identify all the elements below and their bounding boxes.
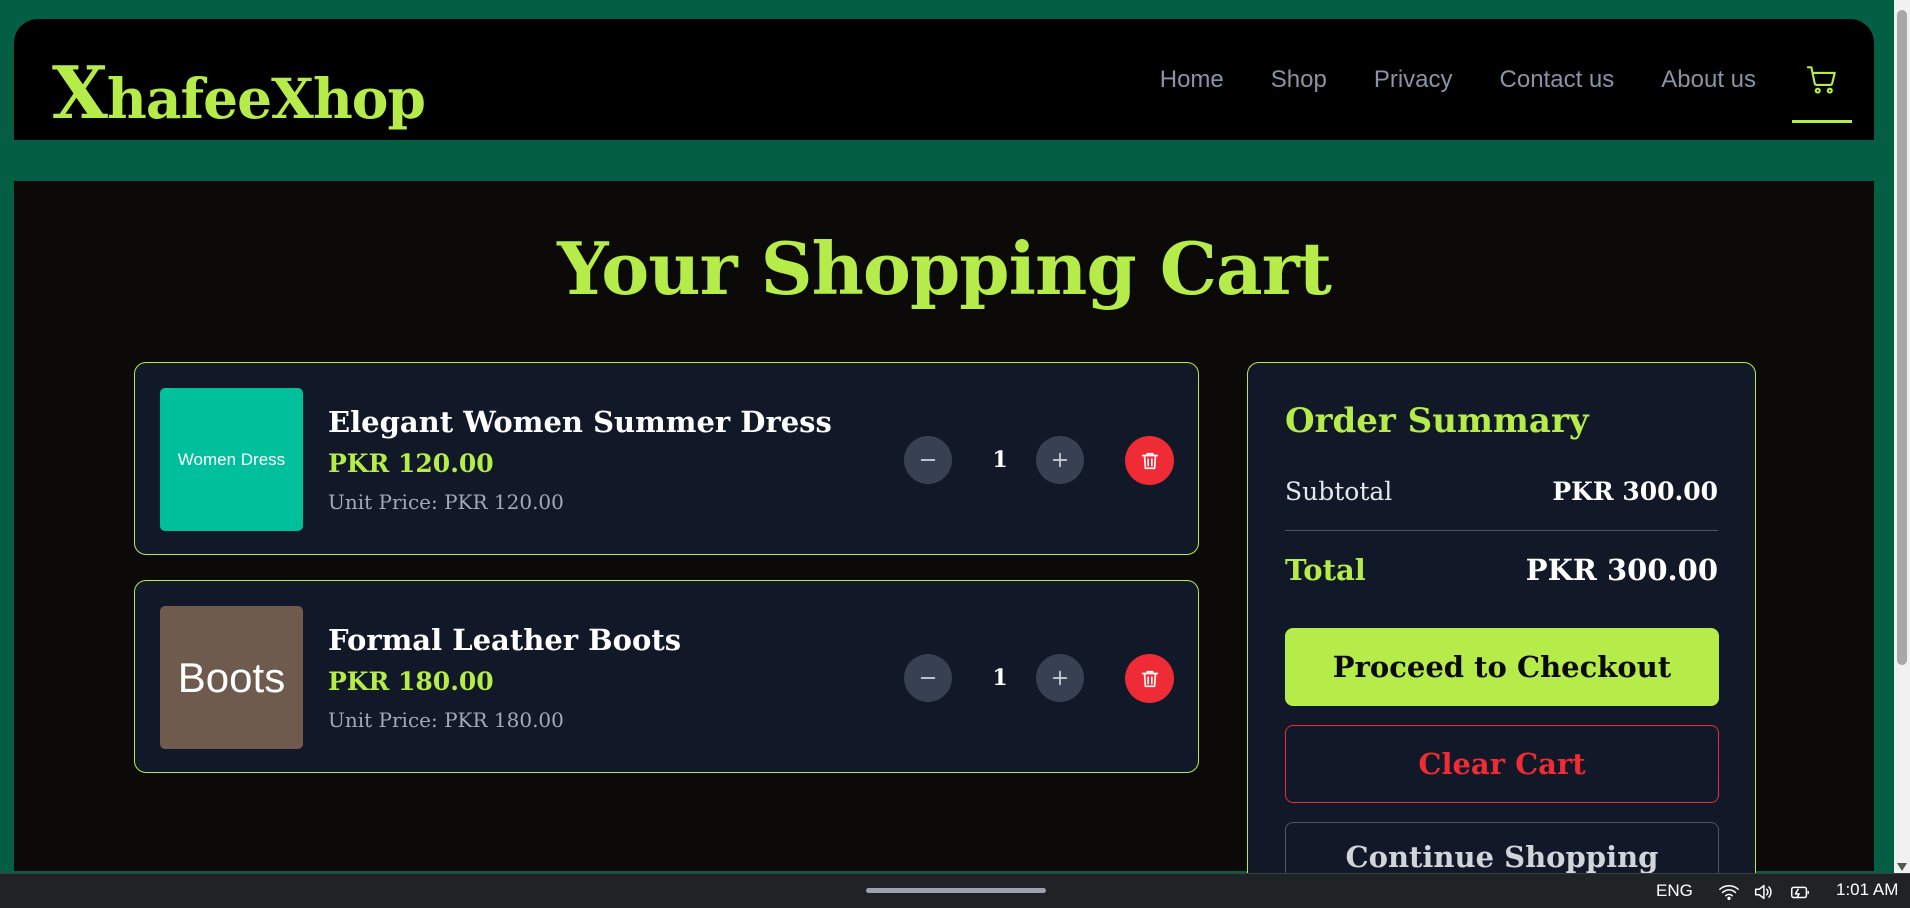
taskbar-handle[interactable] (866, 888, 1046, 893)
nav-contact-link[interactable]: Contact us (1500, 66, 1615, 94)
volume-icon[interactable] (1751, 881, 1775, 903)
clock[interactable]: 1:01 AM (1836, 880, 1898, 900)
plus-icon (1052, 670, 1068, 686)
cart-item: Women Dress Elegant Women Summer Dress P… (134, 362, 1199, 555)
nav-privacy-link[interactable]: Privacy (1374, 66, 1453, 94)
product-name: Formal Leather Boots (328, 623, 682, 657)
nav-about-link[interactable]: About us (1661, 66, 1756, 94)
scrollbar-thumb[interactable] (1897, 10, 1907, 665)
plus-icon (1052, 452, 1068, 468)
increase-qty-button[interactable] (1036, 654, 1084, 702)
product-name: Elegant Women Summer Dress (328, 405, 832, 439)
summary-divider (1285, 530, 1718, 531)
product-price: PKR 180.00 (328, 667, 494, 696)
order-summary: Order Summary Subtotal PKR 300.00 Total … (1247, 362, 1756, 908)
summary-title: Order Summary (1285, 401, 1589, 441)
minus-icon (920, 459, 936, 461)
scroll-down-arrow[interactable] (1897, 863, 1907, 871)
navbar: XhafeeXhop Home Shop Privacy Contact us … (14, 19, 1874, 140)
product-price: PKR 120.00 (328, 449, 494, 478)
nav-shop-link[interactable]: Shop (1271, 66, 1327, 94)
nav-cart-link[interactable] (1792, 61, 1852, 123)
brand-logo[interactable]: XhafeeXhop (52, 57, 426, 129)
nav-links: Home Shop Privacy Contact us About us (1160, 19, 1756, 140)
quantity-value: 1 (992, 665, 1008, 691)
total-label: Total (1285, 553, 1366, 587)
quantity-value: 1 (992, 447, 1008, 473)
total-value: PKR 300.00 (1525, 553, 1718, 587)
unit-price: Unit Price: PKR 180.00 (328, 708, 564, 732)
page-title: Your Shopping Cart (557, 226, 1332, 311)
product-thumbnail: Boots (160, 606, 303, 749)
decrease-qty-button[interactable] (904, 436, 952, 484)
minus-icon (920, 677, 936, 679)
cart-item: Boots Formal Leather Boots PKR 180.00 Un… (134, 580, 1199, 773)
clear-cart-button[interactable]: Clear Cart (1285, 725, 1719, 803)
subtotal-value: PKR 300.00 (1552, 477, 1718, 506)
nav-home-link[interactable]: Home (1160, 66, 1224, 94)
trash-icon (1141, 452, 1158, 469)
wifi-icon[interactable] (1717, 881, 1741, 903)
taskbar: ENG 1:01 AM (0, 873, 1910, 908)
checkout-button[interactable]: Proceed to Checkout (1285, 628, 1719, 706)
remove-item-button[interactable] (1125, 654, 1174, 703)
increase-qty-button[interactable] (1036, 436, 1084, 484)
battery-icon[interactable] (1788, 881, 1812, 903)
language-indicator[interactable]: ENG (1656, 881, 1693, 901)
cart-icon (1806, 66, 1836, 94)
page-scrollbar[interactable] (1894, 0, 1910, 873)
cart-page: Your Shopping Cart Women Dress Elegant W… (14, 181, 1874, 908)
unit-price: Unit Price: PKR 120.00 (328, 490, 564, 514)
product-thumbnail: Women Dress (160, 388, 303, 531)
decrease-qty-button[interactable] (904, 654, 952, 702)
trash-icon (1141, 670, 1158, 687)
subtotal-label: Subtotal (1285, 477, 1393, 506)
remove-item-button[interactable] (1125, 436, 1174, 485)
